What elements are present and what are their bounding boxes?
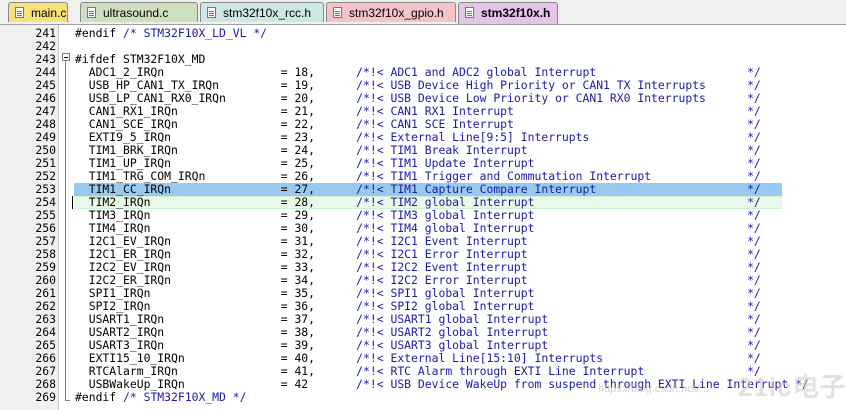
fold-toggle-icon[interactable] bbox=[62, 53, 70, 61]
tab-label: stm32f10x_rcc.h bbox=[223, 6, 312, 20]
file-icon bbox=[465, 7, 474, 18]
code-line[interactable]: 241 #endif /* STM32F10X_LD_VL */ bbox=[0, 27, 846, 40]
fold-end-marker bbox=[65, 400, 70, 401]
watermark-logo: 21ic电子网 bbox=[738, 372, 846, 402]
file-icon bbox=[207, 7, 216, 18]
code-text: #endif /* STM32F10X_MD */ bbox=[75, 390, 247, 404]
line-number: 269 bbox=[35, 390, 56, 404]
file-icon bbox=[333, 7, 342, 18]
code-text: #endif /* STM32F10X_LD_VL */ bbox=[75, 26, 268, 40]
tab-stm32f10x-gpio-h[interactable]: stm32f10x_gpio.h bbox=[326, 2, 456, 22]
tab-ultrasound-c[interactable]: ultrasound.c bbox=[80, 2, 198, 22]
tab-label: stm32f10x_gpio.h bbox=[349, 6, 444, 20]
tab-label: main.c bbox=[31, 6, 67, 20]
tab-main-c[interactable]: main.c bbox=[8, 2, 68, 22]
tab-stm32f10x-h[interactable]: stm32f10x.h bbox=[458, 2, 558, 24]
watermark: https://blog.csdn.net/... 21ic电子网 bbox=[598, 367, 846, 407]
text-caret bbox=[72, 196, 73, 209]
tab-bar: main.c ultrasound.c stm32f10x_rcc.h stm3… bbox=[0, 0, 846, 25]
tab-stm32f10x-rcc-h[interactable]: stm32f10x_rcc.h bbox=[200, 2, 324, 22]
watermark-url: https://blog.csdn.net/... bbox=[598, 383, 709, 395]
tab-label: ultrasound.c bbox=[103, 6, 169, 20]
tab-label: stm32f10x.h bbox=[481, 6, 551, 20]
file-icon bbox=[87, 7, 96, 18]
code-editor[interactable]: 241 #endif /* STM32F10X_LD_VL */242 243 #if… bbox=[0, 25, 846, 410]
file-icon bbox=[15, 7, 24, 18]
fold-range-line bbox=[65, 61, 66, 400]
